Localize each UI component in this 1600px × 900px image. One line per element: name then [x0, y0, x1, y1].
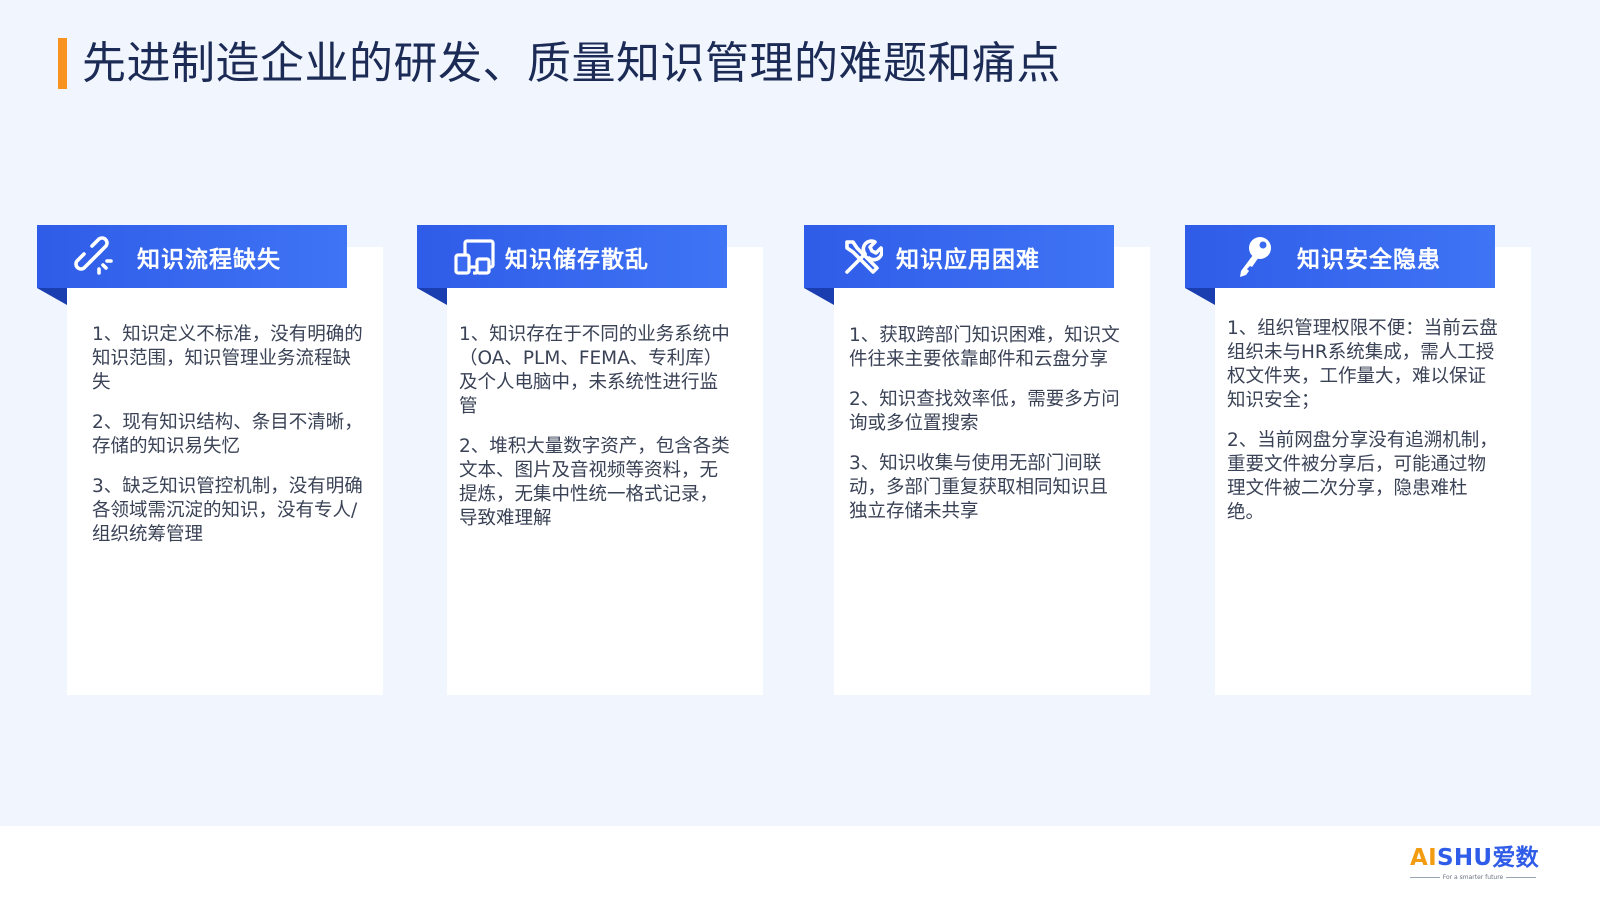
list-item: 3、缺乏知识管控机制，没有明确各领域需沉淀的知识，没有专人/组织统筹管理	[92, 476, 363, 545]
logo-tagline-text: For a smarter future	[1442, 874, 1504, 881]
list-item: 3、知识收集与使用无部门间联动，多部门重复获取相同知识且独立存储未共享	[849, 453, 1109, 522]
card-fold	[417, 288, 447, 305]
list-item: 1、知识定义不标准，没有明确的知识范围，知识管理业务流程缺失	[92, 324, 363, 393]
list-item: 1、组织管理权限不便：当前云盘组织未与HR系统集成，需人工授权文件夹，工作量大，…	[1227, 318, 1498, 411]
card-title: 知识安全隐患	[1297, 246, 1441, 273]
card-header: 知识安全隐患	[1185, 225, 1495, 288]
logo-ai: AI	[1410, 845, 1437, 871]
title-accent-bar	[58, 38, 67, 89]
card-items: 1、知识存在于不同的业务系统中（OA、PLM、FEMA、专利库）及个人电脑中，未…	[459, 323, 731, 547]
card-items: 1、获取跨部门知识困难，知识文件往来主要依靠邮件和云盘分享 2、知识查找效率低，…	[849, 324, 1121, 540]
card-fold	[1185, 288, 1215, 305]
list-item: 2、现有知识结构、条目不清晰，存储的知识易失忆	[92, 412, 363, 457]
card-title: 知识流程缺失	[137, 246, 281, 273]
card-header: 知识应用困难	[804, 225, 1114, 288]
card-fold	[37, 288, 67, 305]
card-application: 知识应用困难 1、获取跨部门知识困难，知识文件往来主要依靠邮件和云盘分享 2、知…	[804, 225, 1150, 697]
list-item: 2、知识查找效率低，需要多方问询或多位置搜索	[849, 389, 1120, 434]
card-process: 知识流程缺失 1、知识定义不标准，没有明确的知识范围，知识管理业务流程缺失 2、…	[37, 225, 383, 697]
card-fold	[804, 288, 834, 305]
logo-cn: 爱数	[1492, 845, 1539, 871]
card-title: 知识储存散乱	[505, 246, 649, 273]
logo-wordmark: AISHU爱数	[1410, 844, 1539, 872]
logo-tagline: For a smarter future	[1410, 874, 1536, 881]
logo-shu: SHU	[1436, 845, 1493, 871]
list-item: 1、知识存在于不同的业务系统中（OA、PLM、FEMA、专利库）及个人电脑中，未…	[459, 324, 730, 417]
aishu-logo: AISHU爱数 For a smarter future	[1410, 844, 1550, 884]
key-icon	[1231, 233, 1279, 281]
devices-icon	[451, 233, 499, 281]
list-item: 1、获取跨部门知识困难，知识文件往来主要依靠邮件和云盘分享	[849, 325, 1120, 370]
card-title: 知识应用困难	[896, 246, 1040, 273]
list-item: 2、当前网盘分享没有追溯机制，重要文件被分享后，可能通过物理文件被二次分享，隐患…	[1227, 430, 1498, 523]
card-security: 知识安全隐患 1、组织管理权限不便：当前云盘组织未与HR系统集成，需人工授权文件…	[1185, 225, 1531, 697]
page-title: 先进制造企业的研发、质量知识管理的难题和痛点	[82, 38, 1061, 89]
list-item: 2、堆积大量数字资产，包含各类文本、图片及音视频等资料，无提炼，无集中性统一格式…	[459, 436, 730, 529]
card-storage: 知识储存散乱 1、知识存在于不同的业务系统中（OA、PLM、FEMA、专利库）及…	[417, 225, 763, 697]
broken-link-icon	[71, 233, 119, 281]
card-header: 知识流程缺失	[37, 225, 347, 288]
card-header: 知识储存散乱	[417, 225, 727, 288]
tools-icon	[838, 233, 886, 281]
card-items: 1、知识定义不标准，没有明确的知识范围，知识管理业务流程缺失 2、现有知识结构、…	[92, 323, 364, 563]
card-items: 1、组织管理权限不便：当前云盘组织未与HR系统集成，需人工授权文件夹，工作量大，…	[1227, 317, 1499, 541]
